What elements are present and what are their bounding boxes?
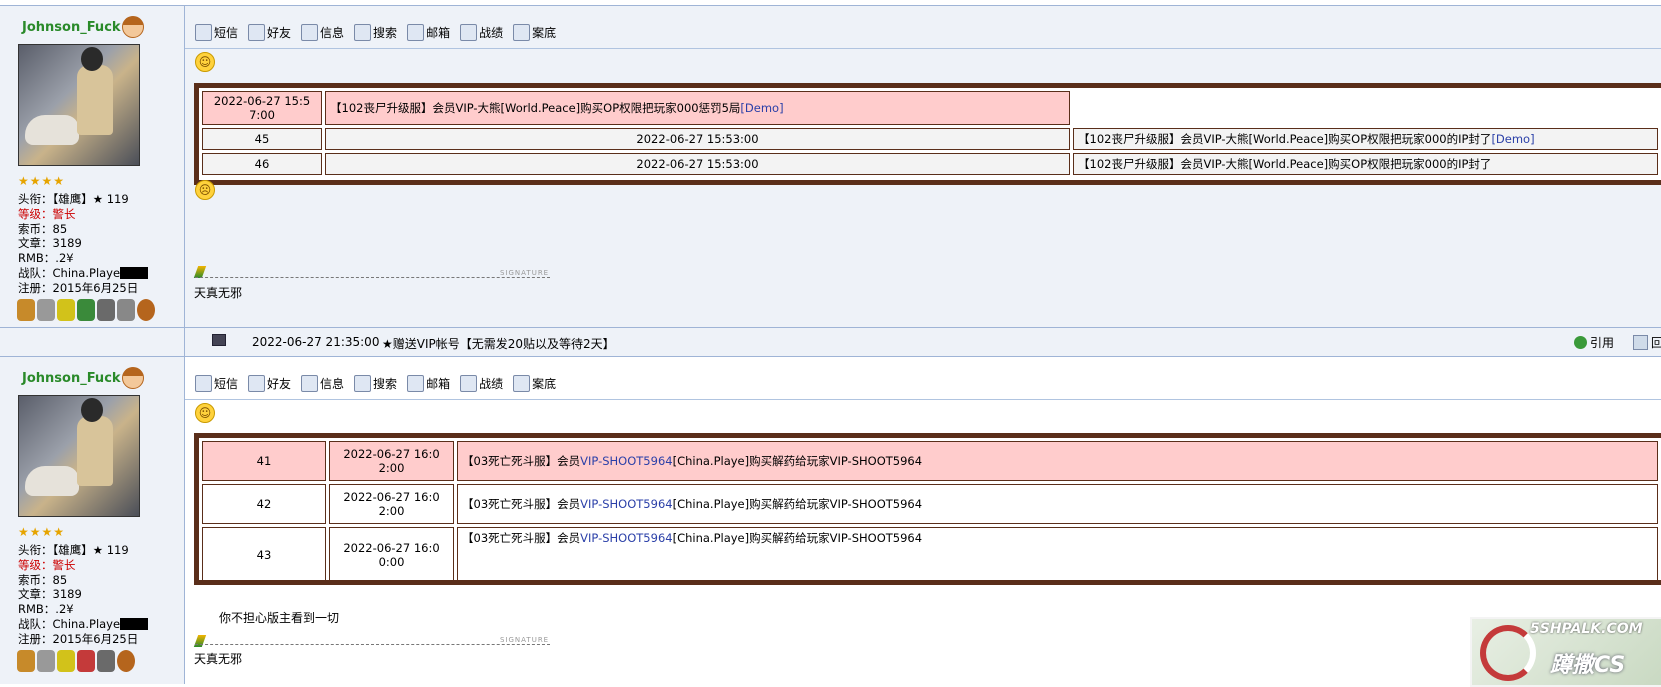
post-1: Johnson_Fuck ★★★★ 头衔：【雄鹰】★ 119 等级：警长 索币：… [0, 5, 1661, 328]
rank-stars: ★★★★ [18, 525, 66, 539]
toolbar-case[interactable]: 案底 [513, 375, 556, 392]
rank-stars: ★★★★ [18, 174, 66, 188]
signature: 天真无邪 [194, 286, 243, 300]
log-table-2: 41 2022-06-27 16:0 2:00 【03死亡死斗服】会员VIP-S… [194, 433, 1661, 585]
info-icon [301, 24, 319, 41]
computer-icon [212, 334, 226, 346]
username[interactable]: Johnson_Fuck [22, 20, 121, 35]
toolbar-info[interactable]: 信息 [301, 375, 344, 392]
info-icon [301, 375, 319, 392]
toolbar-friend[interactable]: 好友 [248, 24, 291, 41]
user-link[interactable]: VIP-SHOOT5964 [580, 531, 672, 545]
user-face-icon [122, 16, 144, 38]
quote-button[interactable]: 引用 [1574, 334, 1614, 351]
user-toolbar: 短信 好友 信息 搜索 邮箱 战绩 案底 [195, 24, 556, 41]
signature: 天真无邪 [194, 652, 243, 666]
avatar[interactable] [18, 44, 140, 166]
search-icon [354, 375, 372, 392]
case-icon [513, 24, 531, 41]
smile-icon: ☺ [195, 52, 215, 72]
reply-button[interactable]: 回 [1633, 334, 1661, 351]
case-icon [513, 375, 531, 392]
toolbar-search[interactable]: 搜索 [354, 375, 397, 392]
toolbar-case[interactable]: 案底 [513, 24, 556, 41]
toolbar-friend[interactable]: 好友 [248, 375, 291, 392]
post-footer: 2022-06-27 21:35:00 ★赠送VIP帐号【无需发20贴以及等待2… [0, 327, 1661, 357]
post-2: Johnson_Fuck ★★★★ 头衔：【雄鹰】★ 119 等级：警长 索币：… [0, 356, 1661, 684]
author-info: 头衔：【雄鹰】★ 119 等级：警长 索币：85 文章：3189 RMB：.2¥… [18, 543, 149, 647]
user-link[interactable]: VIP-SHOOT5964 [580, 497, 672, 511]
author-info: 头衔：【雄鹰】★ 119 等级：警长 索币：85 文章：3189 RMB：.2¥… [18, 192, 149, 296]
site-watermark-logo: 5SHPALK.COM 蹲撒CS [1470, 617, 1661, 687]
demo-link[interactable]: [Demo] [740, 101, 783, 115]
toolbar-mail[interactable]: 邮箱 [407, 24, 450, 41]
friend-icon [248, 24, 266, 41]
toolbar-record[interactable]: 战绩 [460, 24, 503, 41]
record-icon [460, 24, 478, 41]
quote-icon [1574, 336, 1587, 349]
author-panel: Johnson_Fuck ★★★★ 头衔：【雄鹰】★ 119 等级：警长 索币：… [0, 6, 185, 328]
toolbar-search[interactable]: 搜索 [354, 24, 397, 41]
medals [17, 299, 155, 321]
toolbar-sms[interactable]: 短信 [195, 24, 238, 41]
toolbar-record[interactable]: 战绩 [460, 375, 503, 392]
post-time: 2022-06-27 21:35:00 [252, 335, 380, 349]
sms-icon [195, 24, 212, 41]
user-face-icon [122, 367, 144, 389]
toolbar-info[interactable]: 信息 [301, 24, 344, 41]
vip-notice[interactable]: ★赠送VIP帐号【无需发20贴以及等待2天】 [382, 335, 615, 352]
reply-icon [1633, 335, 1648, 350]
smile-icon: ☺ [195, 403, 215, 423]
mail-icon [407, 375, 425, 392]
username[interactable]: Johnson_Fuck [22, 371, 121, 386]
medals [17, 650, 135, 672]
search-icon [354, 24, 372, 41]
post-text: 你不担心版主看到一切 [219, 611, 340, 625]
record-icon [460, 375, 478, 392]
redaction-block [120, 267, 149, 280]
toolbar-mail[interactable]: 邮箱 [407, 375, 450, 392]
avatar[interactable] [18, 395, 140, 517]
log-table-1: 2022-06-27 15:5 7:00 【102丧尸升级服】会员VIP-大熊[… [194, 83, 1661, 185]
sms-icon [195, 375, 212, 392]
shocked-icon: ☹ [195, 180, 215, 200]
user-link[interactable]: VIP-SHOOT5964 [580, 454, 672, 468]
author-panel: Johnson_Fuck ★★★★ 头衔：【雄鹰】★ 119 等级：警长 索币：… [0, 357, 185, 684]
user-toolbar: 短信 好友 信息 搜索 邮箱 战绩 案底 [195, 375, 556, 392]
mail-icon [407, 24, 425, 41]
demo-link[interactable]: [Demo] [1491, 132, 1534, 146]
toolbar-sms[interactable]: 短信 [195, 375, 238, 392]
friend-icon [248, 375, 266, 392]
redaction-block [120, 618, 149, 631]
